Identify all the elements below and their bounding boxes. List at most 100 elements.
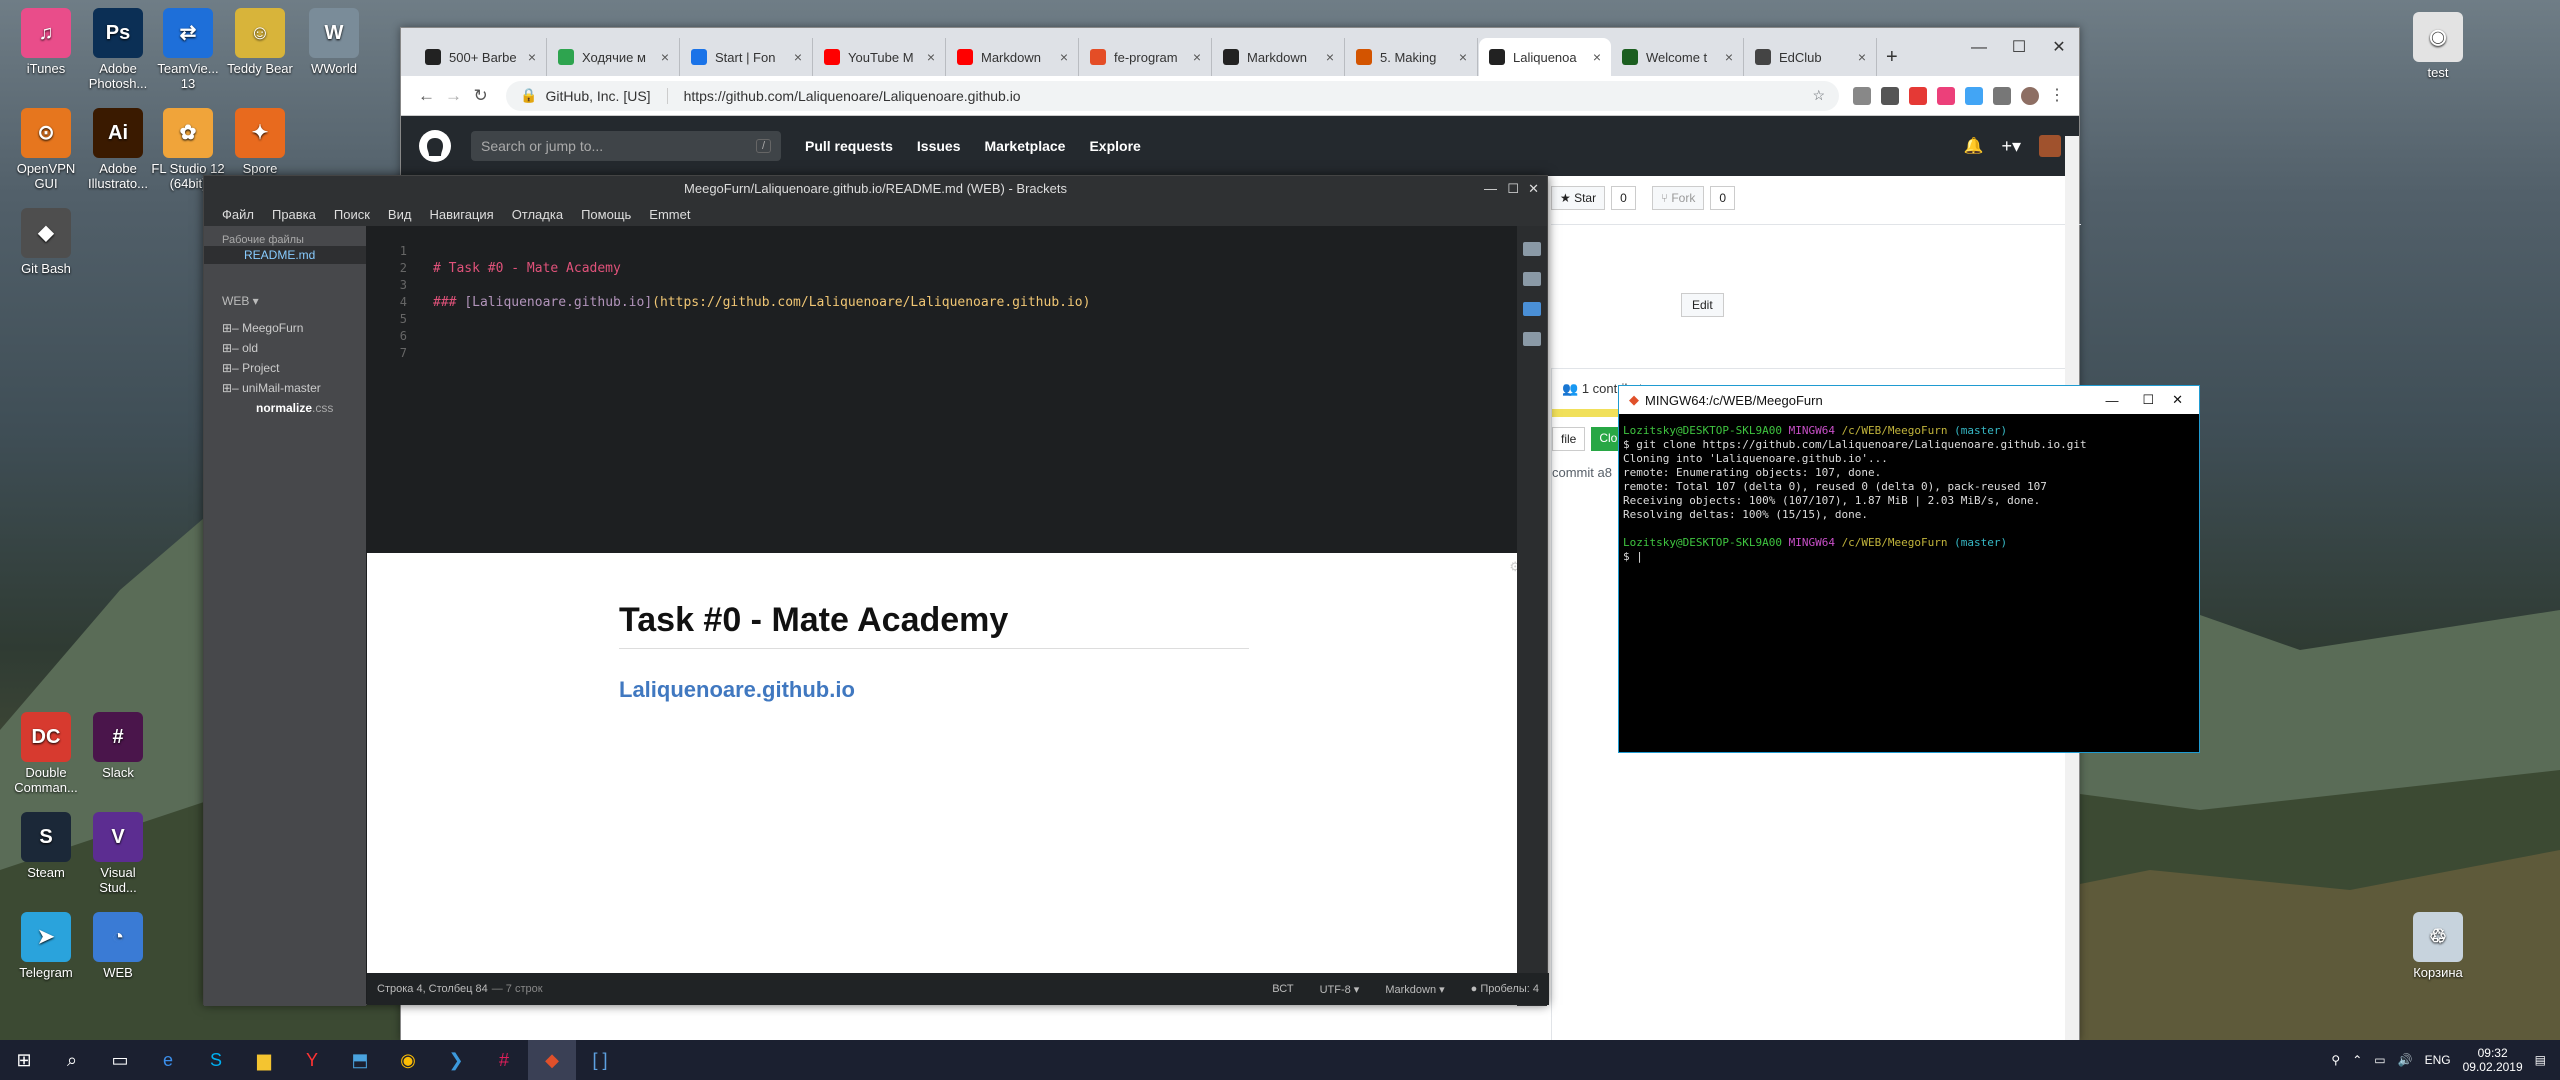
insert-mode[interactable]: ВСТ <box>1272 983 1293 995</box>
clock[interactable]: 09:32 09.02.2019 <box>2463 1046 2523 1074</box>
menu-item[interactable]: Помощь <box>581 207 631 222</box>
yandex-icon[interactable]: Y <box>288 1040 336 1080</box>
tab-close-icon[interactable]: × <box>1587 49 1601 65</box>
start-button[interactable]: ⊞ <box>0 1040 48 1080</box>
new-tab-button[interactable]: + <box>1876 38 1916 76</box>
browser-tab[interactable]: EdClub × <box>1745 38 1877 76</box>
desktop-icon[interactable]: ♫ iTunes <box>8 8 84 76</box>
extension-manager-icon[interactable] <box>1523 272 1541 286</box>
browser-tab[interactable]: Laliquenoa × <box>1479 38 1611 76</box>
desktop-icon[interactable]: S Steam <box>8 812 84 880</box>
github-logo-icon[interactable] <box>419 130 451 162</box>
extension-icon[interactable] <box>1853 86 1872 105</box>
file-explorer-icon[interactable]: ▆ <box>240 1040 288 1080</box>
browser-tab[interactable]: Welcome t × <box>1612 38 1744 76</box>
tab-close-icon[interactable]: × <box>921 49 935 65</box>
tools-icon[interactable] <box>1523 332 1541 346</box>
folder-expand-icon[interactable]: ⊞– <box>222 321 239 335</box>
desktop-icon[interactable]: ⊙ OpenVPN GUI <box>8 108 84 191</box>
star-bookmark-icon[interactable]: ☆ <box>1812 87 1825 104</box>
extension-icon[interactable] <box>1965 86 1984 105</box>
browser-tab[interactable]: YouTube M × <box>814 38 946 76</box>
tab-close-icon[interactable]: × <box>1320 49 1334 65</box>
maximize-button[interactable]: ☐ <box>1999 34 2039 62</box>
extension-icon[interactable] <box>1937 86 1956 105</box>
browser-tab[interactable]: Start | Fon × <box>681 38 813 76</box>
extension-icon[interactable] <box>1909 86 1928 105</box>
git-bash-icon[interactable]: ◆ <box>528 1040 576 1080</box>
code-editor[interactable]: 1 2 3 4 5 6 7 # Task #0 - Mate Academy ### [Lali… <box>367 226 1529 553</box>
language-select[interactable]: Markdown ▾ <box>1385 983 1444 996</box>
folder-expand-icon[interactable]: ⊞– <box>222 341 239 355</box>
slack-icon[interactable]: # <box>480 1040 528 1080</box>
terminal-output[interactable]: Lozitsky@DESKTOP-SKL9A00 MINGW64 /c/WEB/… <box>1619 414 2199 574</box>
menu-item[interactable]: Emmet <box>649 207 690 222</box>
volume-icon[interactable]: 🔊 <box>2398 1053 2413 1067</box>
maximize-button[interactable]: ☐ <box>1507 176 1519 202</box>
working-file-item[interactable]: README.md <box>204 246 366 264</box>
desktop-icon[interactable]: Ps Adobe Photosh... <box>80 8 156 91</box>
close-button[interactable]: ✕ <box>2039 34 2079 62</box>
back-icon[interactable]: ← <box>413 86 440 106</box>
encoding-select[interactable]: UTF-8 ▾ <box>1320 983 1360 996</box>
desktop-icon[interactable]: Ai Adobe Illustrato... <box>80 108 156 191</box>
close-button[interactable]: ✕ <box>1528 176 1539 202</box>
desktop-icon[interactable]: # Slack <box>80 712 156 780</box>
desktop-icon[interactable]: ➤ Telegram <box>8 912 84 980</box>
preview-link[interactable]: Laliquenoare.github.io <box>619 677 855 703</box>
browser-tab[interactable]: fe-program × <box>1080 38 1212 76</box>
project-dropdown[interactable]: WEB ▾ <box>204 294 366 308</box>
minimize-button[interactable]: — <box>1484 176 1497 202</box>
close-button[interactable]: ✕ <box>2166 392 2189 408</box>
menu-item[interactable]: Вид <box>388 207 412 222</box>
tree-folder[interactable]: ⊞– old <box>204 338 366 358</box>
extension-icon[interactable] <box>1993 86 2012 105</box>
chrome-icon[interactable]: ◉ <box>384 1040 432 1080</box>
profile-avatar[interactable] <box>2021 86 2040 105</box>
markdown-preview-icon[interactable] <box>1523 302 1541 316</box>
nav-explore[interactable]: Explore <box>1089 138 1140 154</box>
chevron-up-icon[interactable]: ⌃ <box>2352 1053 2362 1067</box>
star-button[interactable]: ★ Star <box>1551 186 1606 210</box>
menu-item[interactable]: Поиск <box>334 207 370 222</box>
browser-tab[interactable]: 5. Making × <box>1346 38 1478 76</box>
skype-icon[interactable]: S <box>192 1040 240 1080</box>
menu-item[interactable]: Отладка <box>512 207 563 222</box>
search-icon[interactable]: ⌕ <box>48 1040 96 1080</box>
browser-tab[interactable]: 500+ Barbe × <box>415 38 547 76</box>
folder-expand-icon[interactable]: ⊞– <box>222 361 239 375</box>
people-icon[interactable]: ⚲ <box>2331 1053 2340 1067</box>
tree-file-normalize[interactable]: normalize.css <box>204 398 366 418</box>
tab-close-icon[interactable]: × <box>1719 49 1733 65</box>
language-indicator[interactable]: ENG <box>2425 1053 2451 1067</box>
browser-tab[interactable]: Markdown × <box>1213 38 1345 76</box>
tab-close-icon[interactable]: × <box>1187 49 1201 65</box>
brackets-icon[interactable]: [ ] <box>576 1040 624 1080</box>
desktop-icon[interactable]: ✦ Spore <box>222 108 298 176</box>
extension-icon[interactable] <box>1881 86 1900 105</box>
upload-file-button[interactable]: file <box>1552 427 1586 451</box>
desktop-icon[interactable]: W WWorld <box>296 8 372 76</box>
browser-tab[interactable]: Ходячие м × <box>548 38 680 76</box>
store-icon[interactable]: ⬒ <box>336 1040 384 1080</box>
tree-folder[interactable]: ⊞– MeegoFurn <box>204 318 366 338</box>
menu-item[interactable]: Навигация <box>429 207 493 222</box>
user-avatar[interactable] <box>2039 135 2061 157</box>
desktop-icon[interactable]: V Visual Stud... <box>80 812 156 895</box>
edit-button[interactable]: Edit <box>1681 293 1724 317</box>
nav-marketplace[interactable]: Marketplace <box>985 138 1066 154</box>
tree-folder[interactable]: ⊞– Project <box>204 358 366 378</box>
menu-item[interactable]: Правка <box>272 207 316 222</box>
omnibox[interactable]: 🔒 GitHub, Inc. [US] https://github.com/L… <box>506 80 1840 111</box>
menu-dots-icon[interactable]: ⋮ <box>2049 87 2067 105</box>
nav-pull-requests[interactable]: Pull requests <box>805 138 893 154</box>
folder-expand-icon[interactable]: ⊞– <box>222 381 239 395</box>
task-view-icon[interactable]: ▭ <box>96 1040 144 1080</box>
desktop-icon[interactable]: ◆ Git Bash <box>8 208 84 276</box>
desktop-icon[interactable]: DC Double Comman... <box>8 712 84 795</box>
notification-icon[interactable]: ▤ <box>2535 1053 2546 1067</box>
tab-close-icon[interactable]: × <box>655 49 669 65</box>
bell-icon[interactable]: 🔔 <box>1964 136 1984 156</box>
indent-setting[interactable]: ● Пробелы: 4 <box>1471 983 1539 995</box>
plus-icon[interactable]: +▾ <box>2001 136 2021 157</box>
